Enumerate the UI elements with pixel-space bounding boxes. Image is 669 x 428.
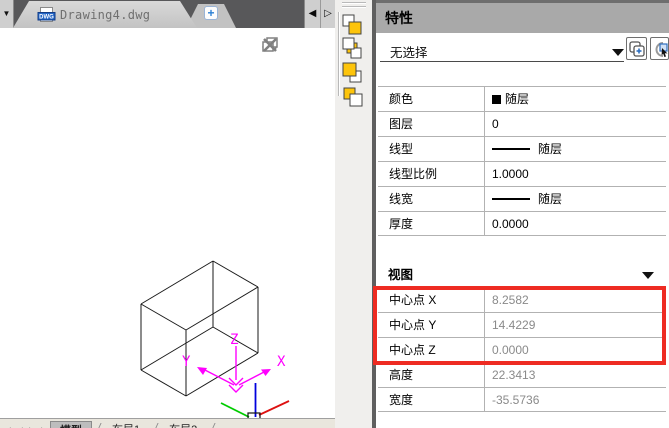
axis-label-x: X: [277, 354, 286, 370]
property-value-text: 随层: [538, 187, 562, 211]
send-to-back-icon[interactable]: [341, 37, 365, 60]
property-row-center-x: 中心点 X 8.2582: [378, 287, 666, 312]
property-value[interactable]: 8.2582: [485, 288, 666, 312]
property-label[interactable]: 中心点 X: [378, 288, 485, 312]
send-under-objects-icon[interactable]: [341, 85, 365, 108]
property-value[interactable]: 随层: [485, 187, 666, 211]
palette-edge[interactable]: [372, 0, 376, 428]
bring-above-objects-icon[interactable]: [341, 61, 365, 84]
draworder-toolbar: [335, 0, 372, 428]
layout-nav-first-icon[interactable]: ◀: [2, 422, 14, 428]
layout-tab-divider: [208, 423, 216, 428]
layout-nav-last-icon[interactable]: ▶: [38, 422, 50, 428]
toolbar-grip[interactable]: [342, 2, 366, 4]
property-value[interactable]: 22.3413: [485, 363, 666, 387]
dropdown-arrow-icon[interactable]: [612, 49, 624, 56]
tab-scroll-buttons: ◀ ▷: [304, 0, 335, 28]
property-value-text: 随层: [505, 87, 529, 111]
axis-label-z: Z: [230, 332, 238, 348]
axis-label-y: Y: [182, 354, 191, 370]
property-label[interactable]: 线型比例: [378, 162, 485, 186]
property-label[interactable]: 宽度: [378, 388, 485, 411]
property-value-text: 0: [492, 112, 499, 136]
property-value[interactable]: 随层: [485, 137, 666, 161]
color-swatch-icon: [492, 95, 501, 104]
property-row-linetype: 线型 随层: [378, 136, 666, 161]
select-objects-icon: [652, 39, 669, 60]
property-row-height: 高度 22.3413: [378, 362, 666, 387]
collapse-section-icon[interactable]: [642, 272, 654, 279]
view-section-title: 视图: [378, 264, 666, 286]
tab-scroll-left-icon[interactable]: ◀: [305, 0, 320, 28]
property-label[interactable]: 颜色: [378, 87, 485, 111]
drawing-window: ▼ DWG Drawing4.dwg + ◀ ▷: [0, 0, 335, 428]
property-row-color: 颜色 随层: [378, 86, 666, 111]
property-row-lineweight: 线宽 随层: [378, 186, 666, 211]
property-value[interactable]: 随层: [485, 87, 666, 111]
quick-select-button[interactable]: [626, 37, 647, 60]
layout-nav-next-icon[interactable]: ▶: [26, 422, 38, 428]
property-label[interactable]: 线宽: [378, 187, 485, 211]
property-row-center-z: 中心点 Z 0.0000: [378, 337, 666, 362]
layout-tab-model[interactable]: 模型: [50, 421, 92, 428]
layout-tab-divider: [151, 423, 159, 428]
property-row-thickness: 厚度 0.0000: [378, 211, 666, 236]
properties-palette: 特性 无选择 颜色 随层 图层 0: [372, 0, 669, 428]
plus-icon: +: [204, 6, 218, 20]
property-value[interactable]: 0.0000: [485, 212, 666, 235]
ucs-icon: [221, 383, 289, 418]
property-value[interactable]: 0.0000: [485, 338, 666, 362]
document-tab[interactable]: DWG Drawing4.dwg: [13, 1, 197, 28]
ucs-preview-axes: [203, 346, 266, 392]
layout-tab-divider: [93, 423, 101, 428]
wireframe-box: [141, 261, 258, 396]
property-row-linetype-scale: 线型比例 1.0000: [378, 161, 666, 186]
toolbar-grip[interactable]: [342, 6, 366, 8]
property-value-text: 1.0000: [492, 162, 529, 186]
property-label[interactable]: 厚度: [378, 212, 485, 235]
selection-dropdown[interactable]: 无选择: [390, 42, 428, 61]
layout-tab-bar: ◀ ◀ ▶ ▶ 模型 布局1 布局2: [0, 418, 335, 428]
property-label[interactable]: 图层: [378, 112, 485, 136]
file-tab-bar: ▼ DWG Drawing4.dwg + ◀ ▷: [0, 0, 335, 28]
layout-nav-prev-icon[interactable]: ◀: [14, 422, 26, 428]
dwg-file-icon: DWG: [37, 7, 56, 23]
model-space-canvas[interactable]: Z Y X: [0, 28, 335, 418]
selection-dropdown-underline: [380, 61, 624, 62]
general-properties-section: 颜色 随层 图层 0 线型 随层 线型比例 1.0000 线: [378, 86, 666, 236]
layout-nav-buttons: ◀ ◀ ▶ ▶: [2, 422, 50, 428]
wireframe-drawing: Z Y X: [0, 28, 335, 418]
property-row-layer: 图层 0: [378, 111, 666, 136]
property-label[interactable]: 高度: [378, 363, 485, 387]
layout-tab-layout2[interactable]: 布局2: [160, 421, 206, 428]
quick-select-icon: [628, 39, 647, 60]
tab-scroll-right-icon[interactable]: ▷: [320, 0, 335, 28]
document-tab-label: Drawing4.dwg: [60, 8, 150, 22]
layout-tab-layout1[interactable]: 布局1: [103, 421, 149, 428]
lineweight-line-icon: [492, 198, 530, 200]
property-value[interactable]: 0: [485, 112, 666, 136]
property-row-center-y: 中心点 Y 14.4229: [378, 312, 666, 337]
tab-list-dropdown-icon[interactable]: ▼: [0, 0, 14, 28]
property-value-text: 0.0000: [492, 212, 529, 236]
property-value-text: 随层: [538, 137, 562, 161]
property-value[interactable]: 1.0000: [485, 162, 666, 186]
property-label[interactable]: 中心点 Z: [378, 338, 485, 362]
select-objects-button[interactable]: [650, 37, 669, 60]
property-label[interactable]: 线型: [378, 137, 485, 161]
property-value[interactable]: -35.5736: [485, 388, 666, 411]
view-properties-section: 中心点 X 8.2582 中心点 Y 14.4229 中心点 Z 0.0000 …: [378, 287, 666, 412]
property-row-width: 宽度 -35.5736: [378, 387, 666, 412]
palette-title[interactable]: 特性: [376, 3, 669, 33]
property-label[interactable]: 中心点 Y: [378, 313, 485, 337]
property-value[interactable]: 14.4229: [485, 313, 666, 337]
close-icon[interactable]: [260, 36, 280, 54]
toolbar-grip-vertical[interactable]: [338, 12, 340, 96]
linetype-line-icon: [492, 148, 530, 150]
bring-to-front-icon[interactable]: [341, 13, 365, 36]
dwg-icon-label: DWG: [39, 14, 54, 20]
view-section-header[interactable]: 视图: [378, 264, 666, 286]
